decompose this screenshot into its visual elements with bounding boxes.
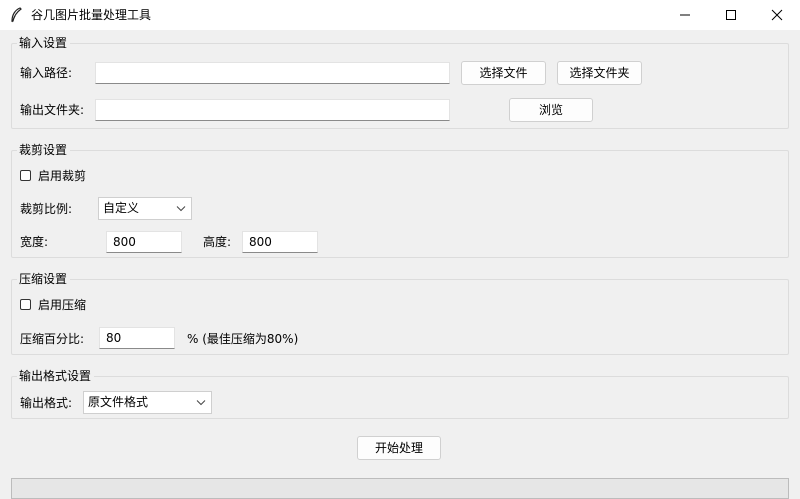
enable-crop-checkbox[interactable] (20, 170, 31, 181)
height-field[interactable]: 800 (242, 231, 318, 253)
crop-ratio-value: 自定义 (103, 201, 140, 215)
output-folder-field[interactable] (95, 99, 450, 121)
minimize-button[interactable] (662, 0, 708, 30)
output-folder-label: 输出文件夹: (20, 103, 85, 117)
compress-percent-label: 压缩百分比: (20, 332, 85, 346)
input-path-field[interactable] (95, 62, 450, 84)
crop-settings-legend: 裁剪设置 (17, 143, 71, 157)
output-format-legend: 输出格式设置 (17, 369, 95, 383)
compress-percent-hint: % (最佳压缩为80%) (187, 332, 299, 346)
chevron-down-icon (176, 206, 186, 212)
compress-settings-legend: 压缩设置 (17, 272, 71, 286)
width-field[interactable]: 800 (106, 231, 182, 253)
output-format-label: 输出格式: (20, 396, 73, 410)
enable-compress-label: 启用压缩 (38, 298, 87, 312)
crop-ratio-select[interactable]: 自定义 (98, 197, 192, 220)
input-path-label: 输入路径: (20, 66, 73, 80)
width-label: 宽度: (20, 235, 49, 249)
crop-ratio-label: 裁剪比例: (20, 202, 73, 216)
minimize-icon (680, 14, 690, 16)
height-label: 高度: (203, 235, 232, 249)
input-settings-legend: 输入设置 (17, 36, 71, 50)
select-file-button[interactable]: 选择文件 (461, 61, 546, 85)
output-format-value: 原文件格式 (88, 395, 149, 409)
feather-icon (11, 7, 22, 23)
close-icon (771, 9, 783, 21)
enable-compress-checkbox[interactable] (20, 299, 31, 310)
window-title: 谷几图片批量处理工具 (31, 8, 152, 22)
maximize-icon (726, 10, 736, 20)
enable-crop-label: 启用裁剪 (38, 169, 87, 183)
start-processing-button[interactable]: 开始处理 (357, 436, 441, 460)
maximize-button[interactable] (708, 0, 754, 30)
compress-percent-field[interactable]: 80 (99, 327, 175, 349)
browse-button[interactable]: 浏览 (509, 98, 593, 122)
select-folder-button[interactable]: 选择文件夹 (557, 61, 642, 85)
close-button[interactable] (754, 0, 800, 30)
chevron-down-icon (196, 400, 206, 406)
output-format-select[interactable]: 原文件格式 (83, 391, 212, 414)
progress-bar (11, 478, 789, 499)
